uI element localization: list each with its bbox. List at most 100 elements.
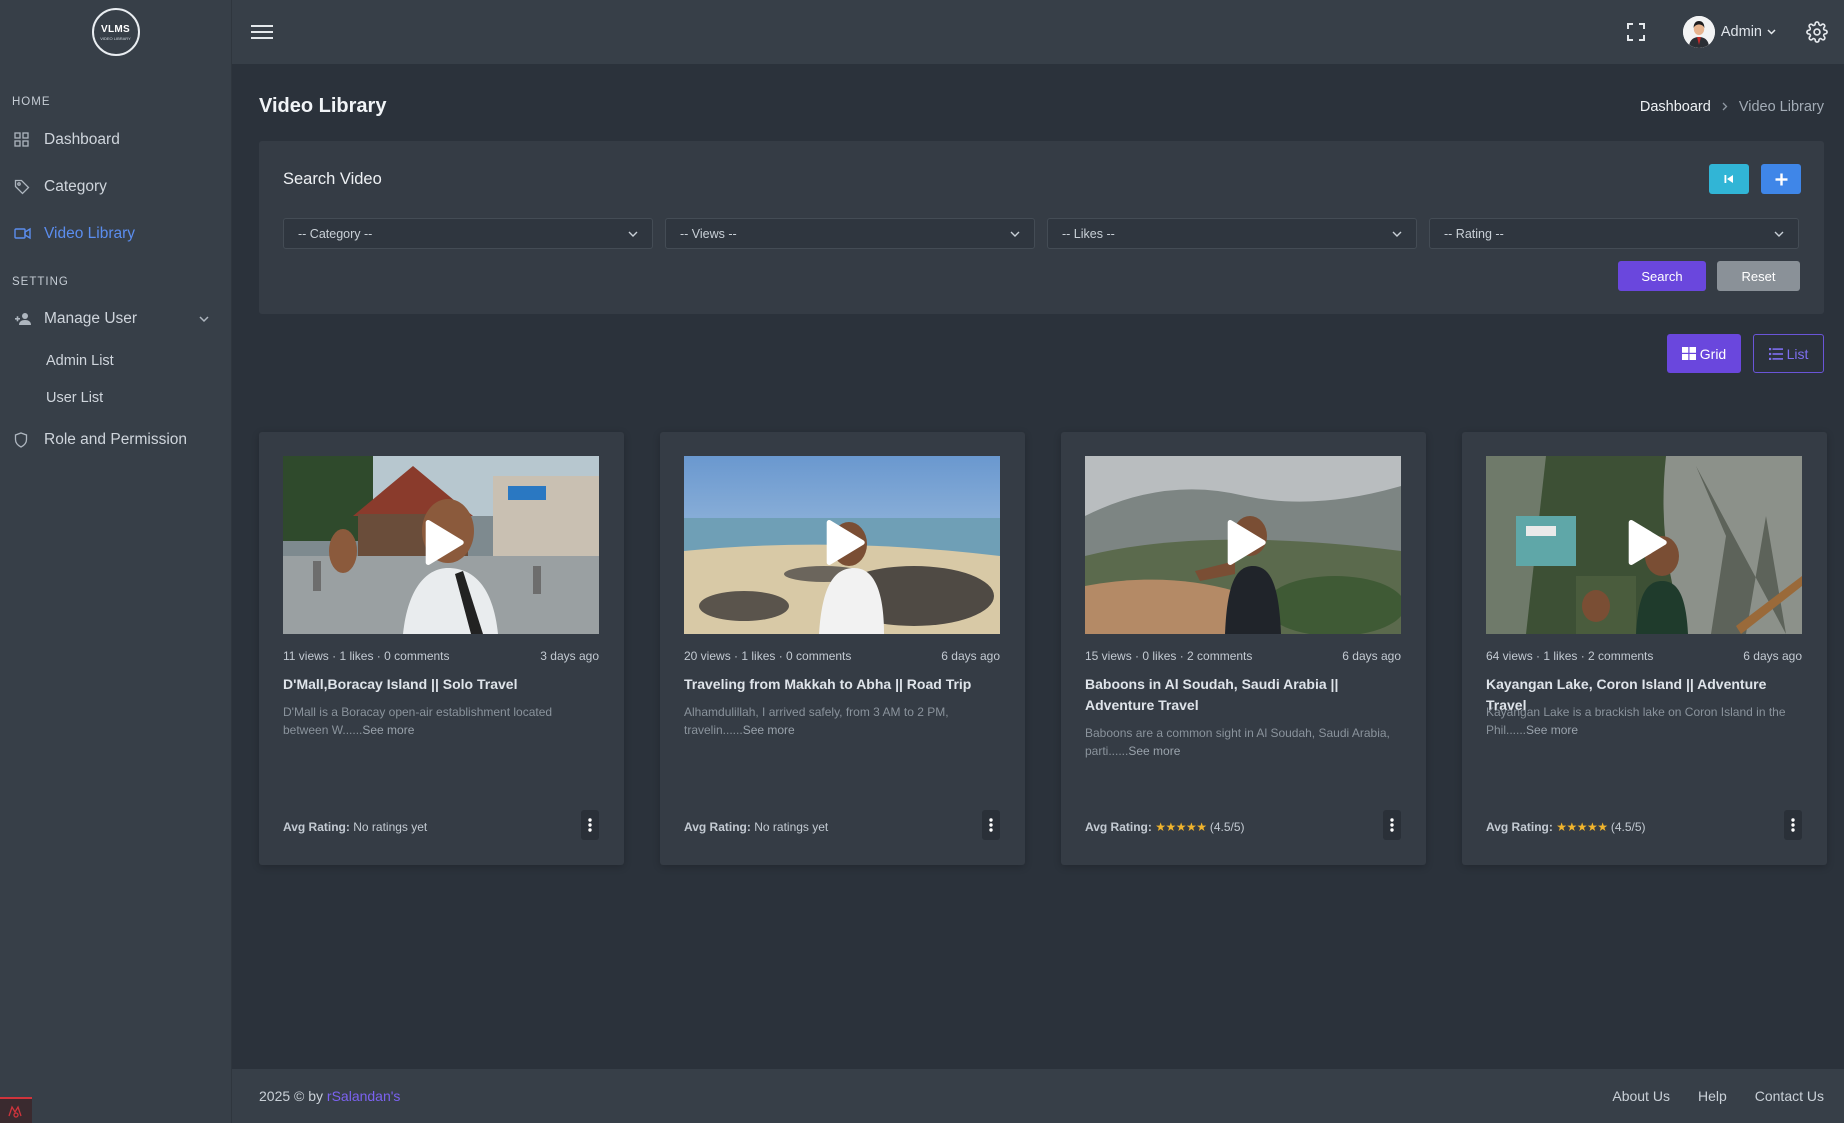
chevron-down-icon (628, 231, 638, 237)
rating-select-value: -- Rating -- (1444, 226, 1504, 241)
footer-link-help[interactable]: Help (1698, 1088, 1727, 1104)
rating-value: (4.5/5) (1209, 820, 1245, 834)
sidebar-item-video-library[interactable]: Video Library (0, 210, 231, 257)
video-card: 20 views · 1 likes · 0 comments 6 days a… (660, 432, 1025, 865)
more-options-button[interactable] (1383, 810, 1401, 840)
search-card: Search Video -- Category -- -- Views -- (259, 141, 1824, 314)
video-grid: 11 views · 1 likes · 0 comments 3 days a… (259, 432, 1827, 865)
kebab-icon (989, 818, 993, 832)
video-thumbnail[interactable] (1085, 456, 1401, 634)
first-page-button[interactable] (1709, 164, 1749, 194)
kebab-icon (1791, 818, 1795, 832)
fullscreen-icon[interactable] (1626, 23, 1645, 41)
search-button[interactable]: Search (1618, 261, 1706, 291)
sidebar-item-admin-list[interactable]: Admin List (0, 342, 231, 379)
rating-value: No ratings yet (754, 820, 829, 834)
sidebar-item-label: Dashboard (44, 130, 120, 148)
sidebar-item-label: Category (44, 177, 107, 195)
rating-stars: ★★★★★ (1155, 820, 1207, 834)
hamburger-menu-icon[interactable] (251, 24, 273, 40)
section-setting: SETTING (12, 276, 69, 288)
video-meta: 20 views · 1 likes · 0 comments 6 days a… (684, 649, 1000, 663)
video-age: 6 days ago (1743, 649, 1802, 663)
see-more-link[interactable]: See more (1128, 744, 1180, 758)
play-icon (1627, 520, 1667, 571)
logo-area: VLMS VIDEO LIBRARY (0, 0, 231, 64)
sidebar-item-dashboard[interactable]: Dashboard (0, 116, 231, 163)
video-stats: 11 views · 1 likes · 0 comments (283, 649, 450, 663)
video-description: Kayangan Lake is a brackish lake on Coro… (1486, 703, 1802, 739)
see-more-link[interactable]: See more (743, 723, 795, 737)
play-icon (825, 520, 865, 571)
gear-icon[interactable] (1806, 21, 1828, 43)
video-card: 15 views · 0 likes · 2 comments 6 days a… (1061, 432, 1426, 865)
sidebar-item-manage-user[interactable]: Manage User (0, 295, 231, 342)
video-rating: Avg Rating: ★★★★★ (4.5/5) (1486, 820, 1646, 834)
chevron-right-icon (1722, 100, 1728, 114)
chevron-down-icon (1774, 231, 1784, 237)
more-options-button[interactable] (581, 810, 599, 840)
footer-copyright: 2025 © by rSalandan's (259, 1088, 400, 1104)
add-video-button[interactable] (1761, 164, 1801, 194)
shield-icon (14, 431, 44, 448)
category-select[interactable]: -- Category -- (283, 218, 653, 249)
footer-brand-link[interactable]: rSalandan's (327, 1088, 401, 1104)
rating-label: Avg Rating: (283, 820, 350, 834)
views-select[interactable]: -- Views -- (665, 218, 1035, 249)
rating-label: Avg Rating: (1486, 820, 1553, 834)
video-thumbnail[interactable] (684, 456, 1000, 634)
video-title[interactable]: D'Mall,Boracay Island || Solo Travel (283, 674, 599, 695)
video-thumbnail[interactable] (283, 456, 599, 634)
video-age: 6 days ago (1342, 649, 1401, 663)
video-title[interactable]: Traveling from Makkah to Abha || Road Tr… (684, 674, 1000, 695)
page-header: Video Library Dashboard Video Library (259, 64, 1824, 141)
main-content: Video Library Dashboard Video Library Se… (259, 64, 1827, 865)
breadcrumb-current: Video Library (1738, 98, 1824, 115)
topbar-right: Admin (1626, 0, 1844, 64)
video-stats: 64 views · 1 likes · 2 comments (1486, 649, 1654, 663)
video-description-text: D'Mall is a Boracay open-air establishme… (283, 705, 553, 737)
logo-text: VLMS (101, 23, 130, 35)
view-toggle: Grid List (1667, 334, 1824, 373)
video-stats: 20 views · 1 likes · 0 comments (684, 649, 852, 663)
reset-button[interactable]: Reset (1717, 261, 1800, 291)
kebab-icon (588, 818, 592, 832)
list-view-button[interactable]: List (1753, 334, 1824, 373)
video-meta: 11 views · 1 likes · 0 comments 3 days a… (283, 649, 599, 663)
page-title: Video Library (259, 95, 387, 117)
logo-subtext: VIDEO LIBRARY (100, 35, 131, 41)
likes-select-value: -- Likes -- (1062, 226, 1115, 241)
more-options-button[interactable] (1784, 810, 1802, 840)
user-name: Admin (1720, 24, 1762, 40)
sidebar-item-user-list[interactable]: User List (0, 379, 231, 416)
video-thumbnail[interactable] (1486, 456, 1802, 634)
grid-view-icon (1681, 347, 1696, 360)
sidebar-item-category[interactable]: Category (0, 163, 231, 210)
views-select-value: -- Views -- (680, 226, 737, 241)
footer-links: About Us Help Contact Us (1612, 1088, 1824, 1104)
app-logo[interactable]: VLMS VIDEO LIBRARY (91, 8, 140, 56)
video-description: Baboons are a common sight in Al Soudah,… (1085, 724, 1401, 760)
sidebar-item-label: Role and Permission (44, 430, 188, 448)
rating-select[interactable]: -- Rating -- (1429, 218, 1799, 249)
list-view-icon (1768, 347, 1783, 360)
more-options-button[interactable] (982, 810, 1000, 840)
sidebar-item-role-permission[interactable]: Role and Permission (0, 416, 231, 463)
video-age: 6 days ago (941, 649, 1000, 663)
likes-select[interactable]: -- Likes -- (1047, 218, 1417, 249)
rating-label: Avg Rating: (1085, 820, 1152, 834)
user-menu[interactable]: Admin (1682, 16, 1776, 48)
video-rating: Avg Rating: ★★★★★ (4.5/5) (1085, 820, 1245, 834)
debug-bar-icon[interactable] (0, 1097, 32, 1123)
video-age: 3 days ago (540, 649, 599, 663)
see-more-link[interactable]: See more (1526, 723, 1578, 737)
footer-link-about[interactable]: About Us (1612, 1088, 1670, 1104)
sidebar: VLMS VIDEO LIBRARY HOME Dashboard Catego… (0, 0, 232, 1123)
chevron-down-icon (1392, 231, 1402, 237)
footer-link-contact[interactable]: Contact Us (1755, 1088, 1824, 1104)
breadcrumb-dashboard-link[interactable]: Dashboard (1640, 99, 1711, 115)
video-title[interactable]: Baboons in Al Soudah, Saudi Arabia || Ad… (1085, 674, 1401, 716)
grid-view-button[interactable]: Grid (1667, 334, 1741, 373)
see-more-link[interactable]: See more (362, 723, 414, 737)
list-view-label: List (1786, 345, 1809, 362)
